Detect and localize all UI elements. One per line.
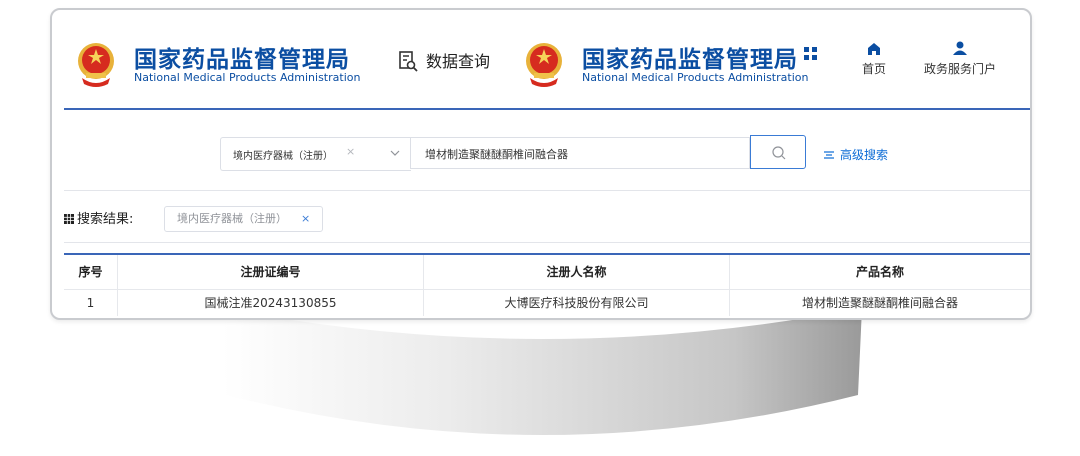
user-icon	[953, 41, 967, 55]
results-label-text: 搜索结果:	[77, 212, 134, 227]
nav-home[interactable]: 首页	[858, 42, 890, 77]
site-header: 国家药品监督管理局 National Medical Products Admi…	[52, 10, 1030, 110]
national-emblem-icon	[526, 43, 562, 87]
nav-gov-portal[interactable]: 政务服务门户	[920, 40, 1000, 77]
table-row[interactable]: 1 国械注准20243130855 大博医疗科技股份有限公司 增材制造聚醚醚酮椎…	[64, 289, 1030, 316]
table-header: 序号 注册证编号 注册人名称 产品名称	[64, 253, 1030, 289]
left-brand-title: 国家药品监督管理局	[134, 47, 350, 73]
column-header-product: 产品名称	[855, 265, 904, 279]
results-bar: 搜索结果: 境内医疗器械（注册） ×	[64, 191, 1030, 243]
keyword-input[interactable]: 增材制造聚醚醚酮椎间融合器	[410, 137, 750, 169]
home-icon	[868, 43, 880, 55]
results-divider	[64, 242, 1030, 243]
right-brand-subtitle: National Medical Products Administration	[582, 71, 809, 84]
category-select-value: 境内医疗器械（注册）	[233, 151, 333, 162]
column-header-reg-no: 注册证编号	[118, 255, 424, 289]
data-query-icon	[399, 51, 418, 72]
keyword-input-value: 增材制造聚醚醚酮椎间融合器	[425, 148, 568, 161]
cell-registrant: 大博医疗科技股份有限公司	[424, 290, 730, 316]
section-title: 数据查询	[426, 52, 491, 71]
clear-icon[interactable]: ×	[346, 145, 355, 158]
search-button[interactable]	[750, 135, 806, 169]
nav-gov-portal-label: 政务服务门户	[923, 62, 996, 76]
cell-index: 1	[64, 290, 118, 316]
grid-icon	[64, 214, 74, 224]
browser-frame: 国家药品监督管理局 National Medical Products Admi…	[50, 8, 1032, 320]
nav-home-label: 首页	[861, 62, 886, 76]
column-header-registrant: 注册人名称	[424, 255, 730, 289]
cell-product: 增材制造聚醚醚酮椎间融合器	[801, 296, 958, 310]
cell-reg-no[interactable]: 国械注准20243130855	[118, 290, 424, 316]
filter-tag: 境内医疗器械（注册） ×	[164, 206, 324, 232]
apps-grid-icon[interactable]	[803, 46, 819, 62]
advanced-search-label: 高级搜索	[840, 148, 889, 162]
search-bar: 境内医疗器械（注册） × 增材制造聚醚醚酮椎间融合器 高级搜索	[52, 110, 1030, 190]
category-select[interactable]: 境内医疗器械（注册） ×	[220, 137, 411, 171]
filter-icon	[824, 151, 834, 159]
left-brand-subtitle: National Medical Products Administration	[134, 71, 361, 84]
search-icon	[772, 146, 786, 160]
right-brand-title: 国家药品监督管理局	[582, 47, 798, 73]
filter-tag-label: 境内医疗器械（注册）	[177, 212, 287, 225]
advanced-search-link[interactable]: 高级搜索	[824, 146, 888, 163]
chevron-down-icon	[390, 150, 400, 156]
column-header-index: 序号	[64, 255, 118, 289]
pedestal-decoration	[222, 308, 862, 435]
results-label: 搜索结果:	[64, 208, 133, 227]
close-icon[interactable]: ×	[301, 212, 310, 225]
national-emblem-icon	[78, 43, 114, 87]
